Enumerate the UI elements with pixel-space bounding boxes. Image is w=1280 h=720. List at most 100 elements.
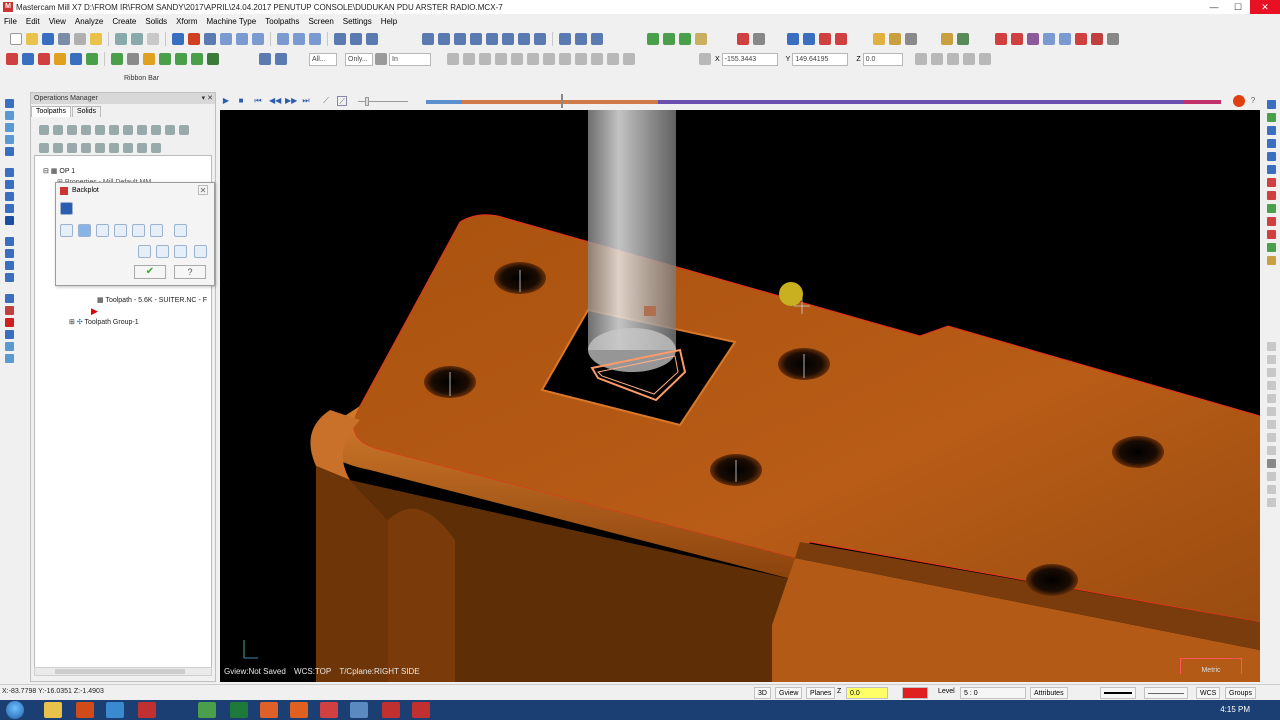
measure-icon[interactable] (905, 33, 917, 45)
no-select-icon[interactable] (591, 53, 603, 65)
unzoom-icon[interactable] (309, 33, 321, 45)
simulate-icon[interactable] (123, 125, 133, 135)
tplane-icon[interactable] (5, 192, 14, 201)
repaint-icon[interactable] (220, 33, 232, 45)
group-select-icon[interactable] (559, 53, 571, 65)
right-tool-8-icon[interactable] (1267, 191, 1276, 200)
media-player-icon[interactable] (76, 702, 94, 718)
relative-icon[interactable] (962, 53, 975, 65)
pause-icon[interactable] (151, 143, 161, 153)
shade-mode-icon[interactable] (5, 99, 14, 108)
analyze-icon[interactable] (366, 33, 378, 45)
filter-icon[interactable] (5, 354, 14, 363)
lock-icon[interactable] (914, 53, 927, 65)
right-tool-25-icon[interactable] (1267, 485, 1276, 494)
pocket-icon[interactable] (470, 33, 482, 45)
skip-start-icon[interactable]: ⏮ (253, 96, 263, 106)
zoom-window-icon[interactable] (236, 33, 248, 45)
verify-icon[interactable] (375, 53, 387, 65)
attributes-icon[interactable] (889, 33, 901, 45)
trail-mode-icon[interactable]: ⟋ (321, 96, 331, 106)
right-tool-20-icon[interactable] (1267, 420, 1276, 429)
save-geometry-icon[interactable] (194, 245, 207, 258)
menu-create[interactable]: Create (112, 17, 136, 26)
save-icon[interactable] (42, 33, 54, 45)
x-coord-field[interactable]: -155.3443 (721, 52, 778, 66)
menu-edit[interactable]: Edit (26, 17, 40, 26)
translucency-icon[interactable] (5, 249, 14, 258)
mastercam-taskbar-icon[interactable] (382, 702, 400, 718)
add-icon[interactable] (111, 53, 123, 65)
autocursor-icon[interactable] (6, 53, 18, 65)
opera-icon[interactable] (138, 702, 156, 718)
toggle-display-icon[interactable] (53, 143, 63, 153)
right-tool-23-icon[interactable] (1267, 459, 1276, 468)
wcs-icon[interactable] (1059, 33, 1071, 45)
backplot-icon[interactable] (95, 125, 105, 135)
backplot-ok-button[interactable]: ✔ (134, 265, 166, 279)
menu-settings[interactable]: Settings (343, 17, 372, 26)
camera-icon[interactable] (174, 245, 187, 258)
display-holder-icon[interactable] (96, 224, 109, 237)
multiaxis-icon[interactable] (534, 33, 546, 45)
playback-progress[interactable] (426, 100, 1221, 104)
gview-button[interactable]: Gview (775, 687, 803, 699)
right-tool-5-icon[interactable] (1267, 152, 1276, 161)
color-icon[interactable] (1075, 33, 1087, 45)
line-style-dropdown[interactable] (1100, 687, 1136, 699)
grid-settings-icon[interactable] (946, 53, 959, 65)
top-view-icon[interactable] (5, 111, 14, 120)
mask-icon[interactable] (447, 53, 459, 65)
drill-icon[interactable] (454, 33, 466, 45)
wcs-view-icon[interactable] (5, 168, 14, 177)
planes-button[interactable]: Planes (806, 687, 836, 699)
side-view-icon[interactable] (5, 135, 14, 144)
region-select-icon[interactable] (543, 53, 555, 65)
line-icon[interactable] (38, 53, 50, 65)
z-coord-field[interactable]: 0.0 (862, 52, 903, 66)
line-width-dropdown[interactable] (1144, 687, 1188, 699)
fast-point-icon[interactable] (699, 53, 711, 65)
solid-shell-icon[interactable] (695, 33, 707, 45)
tab-solids[interactable]: Solids (71, 106, 102, 117)
right-tool-3-icon[interactable] (1267, 126, 1276, 135)
wireframe-mode-icon[interactable] (5, 273, 14, 282)
analyze-view-icon[interactable] (5, 330, 14, 339)
maximize-button[interactable]: ☐ (1226, 0, 1250, 14)
display-rapid-icon[interactable] (114, 224, 127, 237)
tree-toolpath[interactable]: ▦ Toolpath - 5.6K - SUITER.NC - F (97, 296, 207, 304)
wcs-button[interactable]: WCS (1196, 687, 1221, 699)
mastercam-taskbar-icon-2[interactable] (412, 702, 430, 718)
extrude-icon[interactable] (207, 53, 219, 65)
tree-horizontal-scrollbar[interactable] (34, 667, 212, 676)
display-tool-icon[interactable] (78, 224, 91, 237)
tree-toolpath-group[interactable]: ⊞ ✣ Toolpath Group-1 (69, 318, 139, 326)
scrollbar-thumb[interactable] (55, 669, 185, 674)
right-tool-22-icon[interactable] (1267, 446, 1276, 455)
only-display-icon[interactable] (137, 143, 147, 153)
print-preview-icon[interactable] (74, 33, 86, 45)
question-icon[interactable] (623, 53, 635, 65)
menu-screen[interactable]: Screen (308, 17, 333, 26)
z-depth-field[interactable]: 0.0 (846, 687, 888, 699)
right-tool-12-icon[interactable] (1267, 243, 1276, 252)
cursor-icon[interactable] (463, 53, 475, 65)
regen-all-icon[interactable] (67, 125, 77, 135)
color-swatch[interactable] (902, 687, 928, 699)
regenerate-icon[interactable] (559, 33, 571, 45)
window-select-icon[interactable] (511, 53, 523, 65)
right-tool-10-icon[interactable] (1267, 217, 1276, 226)
snap-icon[interactable] (941, 33, 953, 45)
redo-icon[interactable] (131, 33, 143, 45)
snap-settings-icon[interactable] (930, 53, 943, 65)
hatch-icon[interactable] (995, 33, 1007, 45)
skip-end-icon[interactable]: ⏭ (301, 96, 311, 106)
contour-icon[interactable] (438, 33, 450, 45)
select-only-field[interactable]: Only... (345, 52, 373, 66)
lock-ops-icon[interactable] (39, 143, 49, 153)
zoom-in-icon[interactable] (277, 33, 289, 45)
sphere-icon[interactable] (803, 33, 815, 45)
ie-icon[interactable] (106, 702, 124, 718)
step-back-icon[interactable]: ◀◀ (269, 96, 281, 106)
right-tool-14-icon[interactable] (1267, 342, 1276, 351)
